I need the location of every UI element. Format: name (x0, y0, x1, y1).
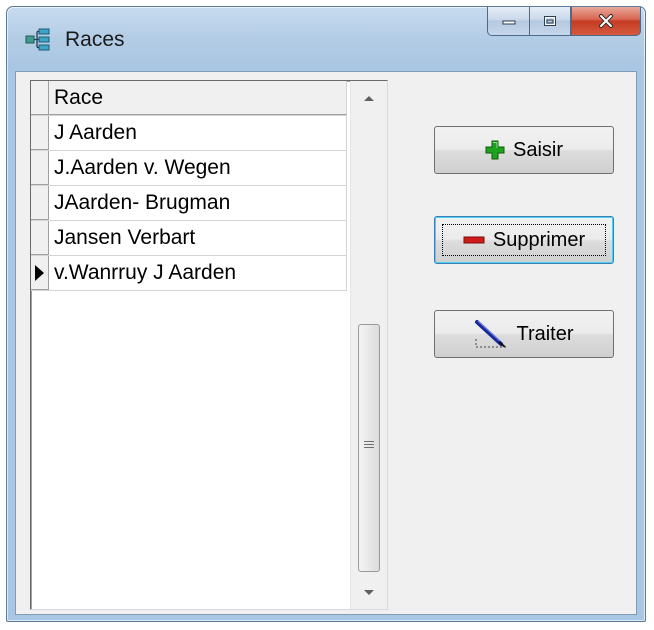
race-cell[interactable]: Jansen Verbart (49, 221, 347, 255)
races-grid[interactable]: Race J Aarden J.Aarden v. Wegen JAarden-… (30, 80, 388, 610)
traiter-button[interactable]: Traiter (434, 310, 614, 358)
supprimer-label: Supprimer (492, 228, 586, 251)
column-header-race[interactable]: Race (49, 81, 347, 115)
races-window: Races Race J Aarden J.Aarden v. Wegen JA… (6, 6, 646, 622)
row-indicator[interactable] (31, 221, 49, 255)
saisir-label: Saisir (512, 138, 563, 161)
table-row[interactable]: J.Aarden v. Wegen (31, 151, 347, 186)
grid-rows: Race J Aarden J.Aarden v. Wegen JAarden-… (31, 81, 347, 291)
vertical-scrollbar[interactable] (350, 81, 387, 609)
green-plus-icon (485, 140, 505, 160)
red-minus-icon (463, 235, 485, 245)
table-row[interactable]: J Aarden (31, 116, 347, 151)
row-indicator[interactable] (31, 116, 49, 150)
row-indicator[interactable] (31, 186, 49, 220)
race-cell[interactable]: J.Aarden v. Wegen (49, 151, 347, 185)
scroll-thumb[interactable] (358, 324, 380, 572)
race-cell[interactable]: J Aarden (49, 116, 347, 150)
supprimer-button[interactable]: Supprimer (434, 216, 614, 264)
title-bar[interactable]: Races (7, 7, 645, 71)
current-row-arrow-icon (35, 265, 44, 281)
header-indicator-cell (31, 81, 49, 115)
close-icon (599, 14, 613, 28)
traiter-label: Traiter (516, 322, 574, 345)
supprimer-button-content: Supprimer (442, 224, 606, 256)
maximize-button[interactable] (529, 7, 571, 36)
scroll-down-button[interactable] (351, 575, 387, 609)
minimize-button[interactable] (487, 7, 529, 36)
window-title: Races (65, 28, 125, 51)
app-tree-icon (25, 27, 50, 51)
caption-buttons (487, 7, 641, 37)
grid-header-row: Race (31, 81, 347, 116)
scroll-up-button[interactable] (351, 81, 387, 115)
traiter-button-content: Traiter (468, 316, 579, 352)
race-cell[interactable]: JAarden- Brugman (49, 186, 347, 220)
row-indicator[interactable] (31, 151, 49, 185)
table-row-current[interactable]: v.Wanrruy J Aarden (31, 256, 347, 291)
table-row[interactable]: Jansen Verbart (31, 221, 347, 256)
arrow-up-icon (364, 95, 374, 101)
minimize-icon (502, 20, 515, 25)
arrow-down-icon (364, 589, 374, 595)
table-row[interactable]: JAarden- Brugman (31, 186, 347, 221)
pen-ruler-icon (474, 319, 508, 349)
grip-icon (364, 441, 374, 450)
race-cell[interactable]: v.Wanrruy J Aarden (49, 256, 347, 290)
maximize-icon (544, 16, 556, 26)
client-area: Race J Aarden J.Aarden v. Wegen JAarden-… (15, 71, 637, 615)
row-indicator[interactable] (31, 256, 49, 290)
saisir-button[interactable]: Saisir (434, 126, 614, 174)
close-button[interactable] (571, 7, 641, 36)
saisir-button-content: Saisir (479, 136, 569, 165)
